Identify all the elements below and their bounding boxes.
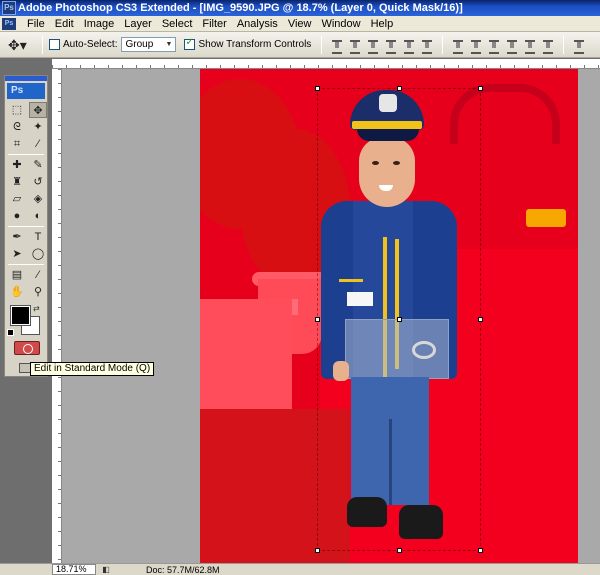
options-bar: ✥▾ Auto-Select: Group ▼ Show Transform C… — [0, 32, 600, 58]
default-colors-icon[interactable] — [7, 329, 14, 336]
transform-bounding-box[interactable] — [315, 86, 483, 553]
photoshop-window: Ps Adobe Photoshop CS3 Extended - [IMG_9… — [0, 0, 600, 575]
status-bar: 18.71% ◧ Doc: 57.7M/62.8M — [0, 563, 600, 575]
brush-tool-icon[interactable]: ✎ — [29, 157, 47, 173]
distribute-top-icon[interactable] — [450, 37, 466, 54]
photoshop-logo[interactable]: Ps — [7, 83, 45, 99]
menu-view[interactable]: View — [283, 18, 317, 30]
transform-handle[interactable] — [315, 548, 320, 553]
show-transform-label: Show Transform Controls — [198, 39, 312, 50]
menu-image[interactable]: Image — [79, 18, 120, 30]
auto-select-dropdown[interactable]: Group ▼ — [121, 37, 177, 52]
quick-mask-mode-button[interactable] — [14, 341, 40, 355]
type-tool-icon[interactable]: T — [29, 229, 47, 245]
align-bottom-icon[interactable] — [365, 37, 381, 54]
divider — [321, 35, 323, 54]
menu-analysis[interactable]: Analysis — [232, 18, 283, 30]
transform-center-handle[interactable] — [397, 317, 402, 322]
divider — [442, 35, 444, 54]
align-right-icon[interactable] — [419, 37, 435, 54]
transform-handle[interactable] — [478, 86, 483, 91]
divider — [42, 35, 43, 54]
dodge-tool-icon[interactable]: ◐ — [29, 208, 47, 224]
status-info-icon[interactable]: ◧ — [100, 565, 112, 574]
divider — [563, 35, 565, 54]
marquee-tool-icon[interactable]: ⬚ — [8, 102, 26, 118]
panel-grip[interactable] — [5, 76, 47, 81]
photoshop-app-icon[interactable]: Ps — [2, 1, 16, 15]
lasso-tool-icon[interactable]: ᘓ — [8, 119, 26, 135]
magic-wand-tool-icon[interactable]: ✦ — [29, 119, 47, 135]
transform-handle[interactable] — [315, 317, 320, 322]
auto-select-checkbox[interactable] — [49, 39, 60, 50]
distribute-vertical-center-icon[interactable] — [468, 37, 484, 54]
path-selection-tool-icon[interactable]: ➤ — [8, 246, 26, 262]
vertical-ruler[interactable] — [52, 69, 62, 563]
crop-tool-icon[interactable]: ⌗ — [8, 136, 26, 152]
tools-panel: Ps ⬚ ✥ ᘓ ✦ ⌗ ⁄ ✚ ✎ ♜ ↺ ▱ ◈ ● ◐ ✒ T ➤ ◯ ▤… — [4, 75, 48, 377]
document-icon[interactable]: Ps — [2, 17, 16, 30]
menu-bar: Ps File Edit Image Layer Select Filter A… — [0, 16, 600, 32]
menu-file[interactable]: File — [22, 18, 50, 30]
menu-layer[interactable]: Layer — [119, 18, 157, 30]
clone-stamp-tool-icon[interactable]: ♜ — [8, 174, 26, 190]
chevron-down-icon: ▼ — [165, 41, 173, 48]
divider — [8, 154, 44, 155]
window-title: Adobe Photoshop CS3 Extended - [IMG_9590… — [18, 2, 463, 14]
swap-colors-icon[interactable]: ⇄ — [33, 304, 40, 313]
eyedropper-sample-tool-icon[interactable]: ⁄ — [29, 267, 47, 283]
document-size[interactable]: Doc: 57.7M/62.8M — [146, 565, 220, 575]
notes-tool-icon[interactable]: ▤ — [8, 267, 26, 283]
transform-handle[interactable] — [397, 548, 402, 553]
eyedropper-tool-icon[interactable]: ⁄ — [29, 136, 47, 152]
history-brush-tool-icon[interactable]: ↺ — [29, 174, 47, 190]
align-vertical-center-icon[interactable] — [347, 37, 363, 54]
color-swatches: ⇄ — [5, 304, 47, 344]
transform-handle[interactable] — [397, 86, 402, 91]
transform-handle[interactable] — [478, 317, 483, 322]
tooltip: Edit in Standard Mode (Q) — [30, 362, 155, 376]
blur-tool-icon[interactable]: ● — [8, 208, 26, 224]
move-tool-icon[interactable]: ✥ — [29, 102, 47, 118]
title-bar: Ps Adobe Photoshop CS3 Extended - [IMG_9… — [0, 0, 600, 16]
menu-edit[interactable]: Edit — [50, 18, 79, 30]
hand-tool-icon[interactable]: ✋ — [8, 284, 26, 300]
shape-tool-icon[interactable]: ◯ — [29, 246, 47, 262]
menu-select[interactable]: Select — [157, 18, 198, 30]
align-left-icon[interactable] — [383, 37, 399, 54]
move-tool-preset-icon[interactable]: ✥▾ — [8, 36, 36, 54]
align-horizontal-center-icon[interactable] — [401, 37, 417, 54]
menu-window[interactable]: Window — [316, 18, 365, 30]
divider — [8, 264, 44, 265]
distribute-bottom-icon[interactable] — [486, 37, 502, 54]
menu-filter[interactable]: Filter — [197, 18, 231, 30]
eraser-tool-icon[interactable]: ▱ — [8, 191, 26, 207]
distribute-horizontal-center-icon[interactable] — [522, 37, 538, 54]
toy-gun — [526, 209, 566, 227]
zoom-tool-icon[interactable]: ⚲ — [29, 284, 47, 300]
align-top-icon[interactable] — [329, 37, 345, 54]
divider — [8, 226, 44, 227]
transform-handle[interactable] — [478, 548, 483, 553]
pen-tool-icon[interactable]: ✒ — [8, 229, 26, 245]
menu-help[interactable]: Help — [366, 18, 399, 30]
distribute-right-icon[interactable] — [540, 37, 556, 54]
healing-brush-tool-icon[interactable]: ✚ — [8, 157, 26, 173]
horizontal-ruler[interactable] — [52, 59, 600, 69]
bench — [200, 299, 292, 409]
auto-align-layers-icon[interactable] — [571, 37, 587, 54]
foreground-color-swatch[interactable] — [10, 305, 31, 326]
auto-select-label: Auto-Select: — [63, 39, 118, 50]
transform-handle[interactable] — [315, 86, 320, 91]
show-transform-checkbox[interactable] — [184, 37, 196, 50]
paint-bucket-tool-icon[interactable]: ◈ — [29, 191, 47, 207]
distribute-left-icon[interactable] — [504, 37, 520, 54]
auto-select-value: Group — [125, 39, 154, 50]
zoom-level-field[interactable]: 18.71% — [52, 564, 96, 575]
